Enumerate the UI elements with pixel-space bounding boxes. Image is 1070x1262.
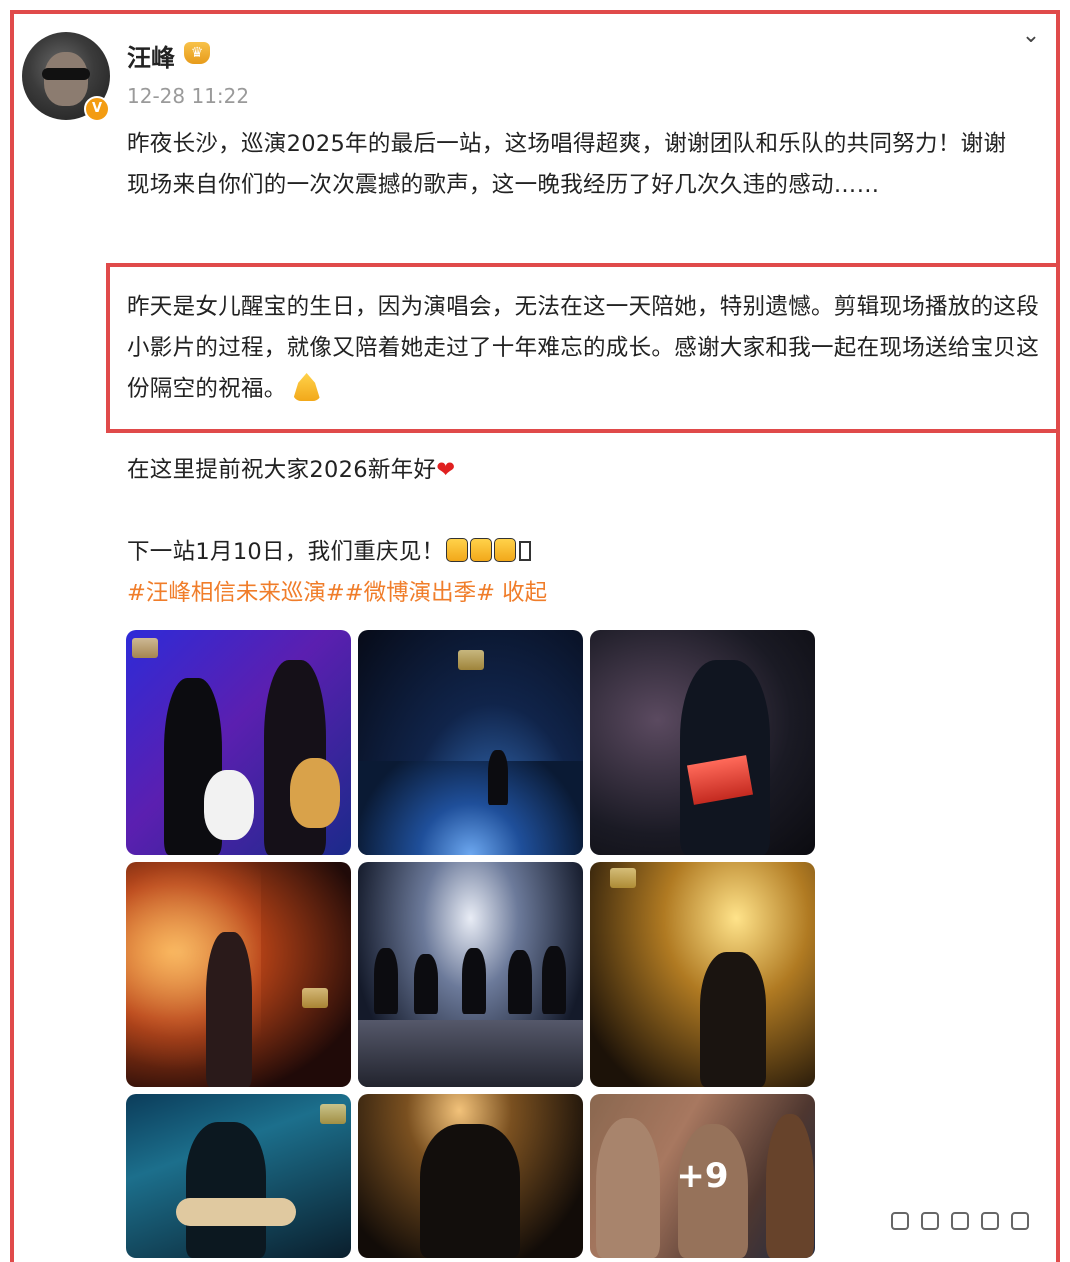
missing-glyph-icon <box>519 541 532 561</box>
thumbs-up-emoji <box>470 538 493 562</box>
hashtag-tour[interactable]: #汪峰相信未来巡演# <box>127 580 345 606</box>
post-paragraph-2: 昨天是女儿醒宝的生日，因为演唱会，无法在这一天陪她，特别遗憾。剪辑现场播放的这段… <box>127 287 1057 410</box>
photo-tile-8[interactable] <box>358 1094 583 1258</box>
avatar-glasses <box>42 68 90 80</box>
band-member-figure <box>462 948 486 1014</box>
hashtag-line: #汪峰相信未来巡演##微博演出季# 收起 <box>127 575 547 611</box>
performer-figure <box>420 1124 520 1258</box>
heart-emoji: ❤ <box>436 457 456 483</box>
collapse-link[interactable]: 收起 <box>502 580 547 606</box>
post-timestamp[interactable]: 12-28 11:22 <box>127 84 249 108</box>
watermark-icon <box>981 1212 999 1230</box>
stage-floor <box>358 1019 583 1087</box>
fist-emoji <box>446 538 469 562</box>
photo-tile-4[interactable] <box>126 862 351 1087</box>
tile-logo <box>132 638 158 658</box>
post-paragraph-3: 在这里提前祝大家2026新年好❤ <box>127 450 1027 491</box>
photo-tile-9[interactable]: +9 <box>590 1094 815 1258</box>
watermark <box>877 1202 1047 1242</box>
post-paragraph-3-text: 在这里提前祝大家2026新年好 <box>127 457 437 483</box>
crown-icon: ♛ <box>184 42 210 64</box>
performer-figure <box>206 932 252 1087</box>
watermark-icon <box>951 1212 969 1230</box>
victory-hand-emoji <box>494 538 517 562</box>
watermark-icon <box>891 1212 909 1230</box>
band-member-figure <box>414 954 438 1014</box>
band-member-figure <box>508 950 532 1014</box>
band-member-figure <box>374 948 398 1014</box>
photo-tile-6[interactable] <box>590 862 815 1087</box>
crowd <box>358 760 583 855</box>
post-paragraph-4: 下一站1月10日，我们重庆见！ <box>127 532 1027 573</box>
watermark-icon <box>1011 1212 1029 1230</box>
tile-logo <box>320 1104 346 1124</box>
band-member-figure <box>542 946 566 1014</box>
chevron-down-icon[interactable]: ⌄ <box>1016 24 1046 48</box>
performer-figure <box>488 750 508 805</box>
post-paragraph-4-text: 下一站1月10日，我们重庆见！ <box>127 539 445 565</box>
tile-logo <box>458 650 484 670</box>
verified-badge-icon: V <box>84 96 110 122</box>
guitar <box>176 1198 296 1226</box>
performer-figure <box>700 952 766 1087</box>
performer-figure <box>186 1122 266 1258</box>
tile-logo <box>610 868 636 888</box>
tile-logo <box>302 988 328 1008</box>
more-photos-count[interactable]: +9 <box>590 1094 815 1258</box>
post-paragraph-1: 昨夜长沙，巡演2025年的最后一站，这场唱得超爽，谢谢团队和乐队的共同努力！谢谢… <box>127 131 1007 198</box>
photo-tile-3[interactable] <box>590 630 815 855</box>
hashtag-show-season[interactable]: #微博演出季# <box>345 580 495 606</box>
guitar <box>204 770 254 840</box>
performer-figure <box>680 660 770 855</box>
photo-tile-2[interactable] <box>358 630 583 855</box>
photo-tile-1[interactable] <box>126 630 351 855</box>
guitar <box>290 758 340 828</box>
pray-emoji <box>292 373 321 401</box>
watermark-icon <box>921 1212 939 1230</box>
photo-tile-7[interactable] <box>126 1094 351 1258</box>
author-name[interactable]: 汪峰 <box>127 38 175 73</box>
photo-tile-5[interactable] <box>358 862 583 1087</box>
post-paragraph-2-text: 昨天是女儿醒宝的生日，因为演唱会，无法在这一天陪她，特别遗憾。剪辑现场播放的这段… <box>127 294 1040 402</box>
